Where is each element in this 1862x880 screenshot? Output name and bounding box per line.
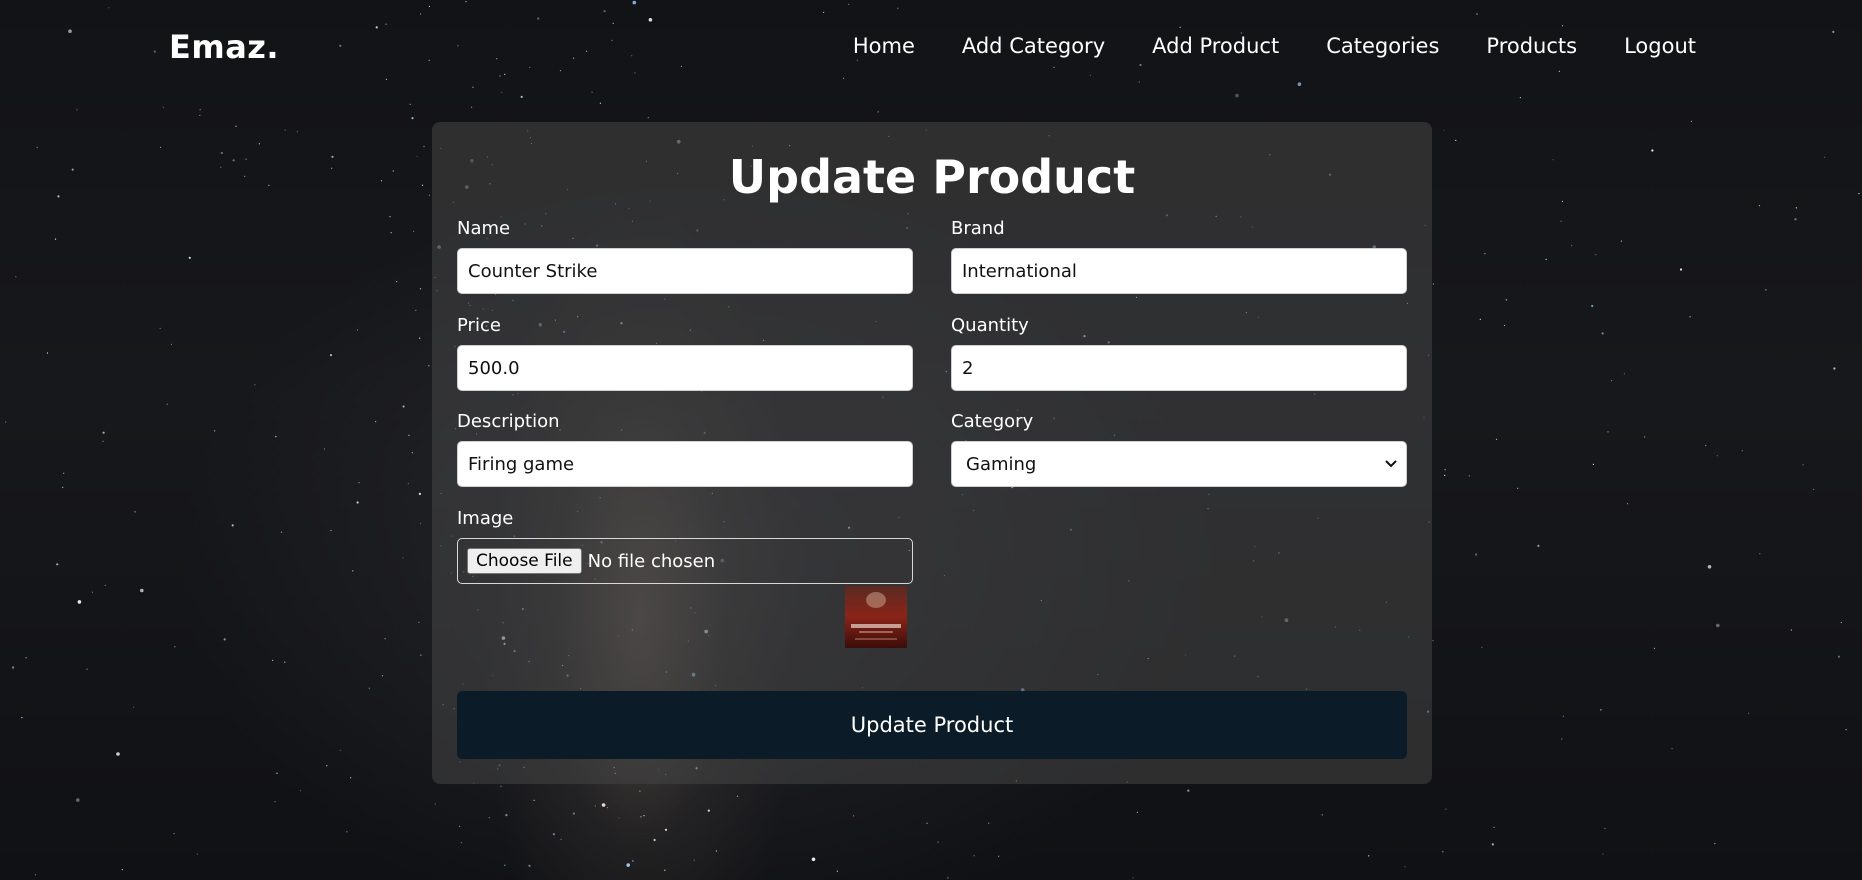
quantity-input[interactable]	[951, 345, 1407, 391]
page-title: Update Product	[728, 150, 1136, 204]
name-label: Name	[457, 218, 511, 239]
brand-input[interactable]	[951, 248, 1407, 294]
brand-field-group: Brand	[951, 218, 1407, 294]
nav-link-logout[interactable]: Logout	[1624, 34, 1696, 58]
update-product-button[interactable]: Update Product	[457, 691, 1407, 759]
price-field-group: Price	[457, 315, 913, 391]
name-input[interactable]	[457, 248, 913, 294]
brand-logo[interactable]: Emaz.	[169, 28, 279, 66]
quantity-label: Quantity	[951, 315, 1029, 336]
category-field-group: Category Gaming	[951, 411, 1407, 487]
category-label: Category	[951, 411, 1034, 432]
choose-file-button[interactable]: Choose File	[467, 548, 582, 574]
brand-label: Brand	[951, 218, 1005, 239]
file-status-text: No file chosen	[587, 550, 716, 572]
image-file-input[interactable]: Choose File No file chosen	[457, 538, 913, 584]
nav-link-home[interactable]: Home	[853, 34, 915, 58]
nav-link-add-category[interactable]: Add Category	[962, 34, 1105, 58]
description-input[interactable]	[457, 441, 913, 487]
navbar: Emaz. Home Add Category Add Product Cate…	[0, 0, 1862, 96]
category-select[interactable]: Gaming	[951, 441, 1407, 487]
nav-link-categories[interactable]: Categories	[1326, 34, 1439, 58]
nav-links: Home Add Category Add Product Categories…	[853, 34, 1696, 58]
quantity-field-group: Quantity	[951, 315, 1407, 391]
description-field-group: Description	[457, 411, 913, 487]
price-input[interactable]	[457, 345, 913, 391]
category-selected-value: Gaming	[966, 453, 1037, 475]
chevron-down-icon	[1384, 457, 1398, 471]
product-thumbnail-image	[845, 586, 907, 648]
image-label: Image	[457, 508, 514, 529]
name-field-group: Name	[457, 218, 913, 294]
nav-link-products[interactable]: Products	[1486, 34, 1577, 58]
image-field-group: Image Choose File No file chosen	[457, 508, 913, 584]
description-label: Description	[457, 411, 560, 432]
price-label: Price	[457, 315, 501, 336]
nav-link-add-product[interactable]: Add Product	[1152, 34, 1279, 58]
